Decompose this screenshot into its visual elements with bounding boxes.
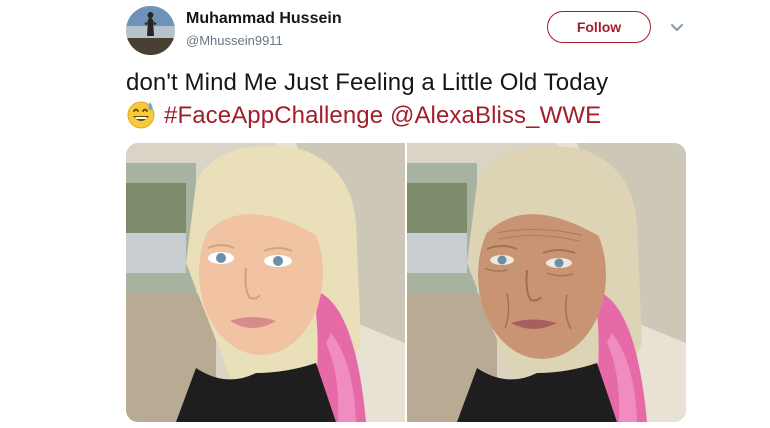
photo-original[interactable] — [126, 143, 405, 422]
tweet-text: don't Mind Me Just Feeling a Little Old … — [126, 66, 706, 132]
tweet-text-line: don't Mind Me Just Feeling a Little Old … — [126, 69, 609, 96]
tweet-media — [126, 143, 686, 422]
hashtag-link[interactable]: #FaceAppChallenge — [164, 102, 383, 129]
photo-aged[interactable] — [407, 143, 686, 422]
author-name[interactable]: Muhammad Hussein — [186, 10, 342, 28]
chevron-down-icon[interactable] — [669, 20, 685, 36]
author-handle[interactable]: @Mhussein9911 — [186, 33, 283, 48]
follow-button[interactable]: Follow — [547, 11, 651, 43]
mention-link[interactable]: @AlexaBliss_WWE — [390, 102, 601, 129]
grinning-sweat-emoji-icon — [126, 99, 156, 129]
author-avatar[interactable] — [126, 6, 175, 55]
